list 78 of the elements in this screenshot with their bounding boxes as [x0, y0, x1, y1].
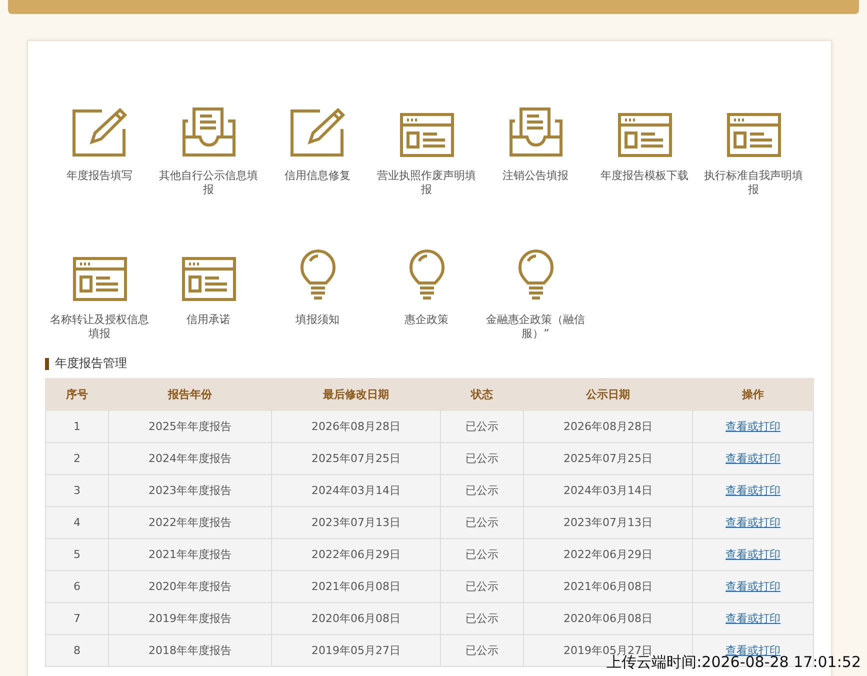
table-cell: 2020年年度报告	[108, 570, 272, 602]
shortcut-label[interactable]: 其他自行公示信息填报	[154, 169, 262, 197]
view-print-link[interactable]: 查看或打印	[726, 516, 780, 529]
shortcut-label[interactable]: 填报须知	[264, 313, 372, 341]
table-cell: 2021年06月08日	[524, 570, 692, 602]
table-cell: 2024年03月14日	[272, 474, 440, 506]
table-cell: 2019年年度报告	[108, 602, 272, 634]
table-cell: 2018年年度报告	[108, 634, 272, 666]
table-cell: 5	[46, 538, 108, 570]
shortcut-label[interactable]: 营业执照作废声明填报	[372, 169, 480, 197]
column-header: 状态	[440, 378, 524, 410]
table-cell: 2022年06月29日	[524, 538, 692, 570]
section-title: 年度报告管理	[55, 355, 127, 372]
table-cell: 2025年年度报告	[108, 410, 272, 442]
shortcut-label[interactable]: 名称转让及授权信息填报	[46, 313, 154, 341]
table-cell: 2026年08月28日	[272, 410, 440, 442]
shortcut-label[interactable]: 信用信息修复	[264, 169, 372, 197]
table-cell: 4	[46, 506, 108, 538]
table-cell: 3	[46, 474, 108, 506]
view-print-link[interactable]: 查看或打印	[726, 484, 780, 497]
table-cell: 2021年年度报告	[108, 538, 272, 570]
table-cell: 2020年06月08日	[272, 602, 440, 634]
table-cell: 已公示	[440, 474, 524, 506]
table-cell: 2020年06月08日	[524, 602, 692, 634]
view-print-link[interactable]: 查看或打印	[726, 580, 780, 593]
lightbulb-icon	[408, 249, 444, 301]
lightbulb-icon	[518, 249, 554, 301]
table-cell: 已公示	[440, 570, 524, 602]
table-cell: 已公示	[440, 602, 524, 634]
view-print-link[interactable]: 查看或打印	[726, 612, 780, 625]
table-cell: 8	[46, 634, 108, 666]
inbox-icon	[508, 107, 562, 157]
column-header: 公示日期	[524, 378, 692, 410]
shortcut-label[interactable]: 注销公告填报	[482, 169, 590, 197]
column-header: 最后修改日期	[272, 378, 440, 410]
table-cell: 已公示	[440, 506, 524, 538]
table-cell: 2025年07月25日	[524, 442, 692, 474]
table-cell: 已公示	[440, 538, 524, 570]
view-print-link[interactable]: 查看或打印	[726, 644, 780, 657]
table-cell: 已公示	[440, 410, 524, 442]
table-cell: 7	[46, 602, 108, 634]
shortcut-label[interactable]: 信用承诺	[154, 313, 262, 341]
browser-window-icon	[618, 113, 672, 157]
browser-window-icon	[72, 257, 126, 301]
pencil-icon	[72, 107, 128, 157]
shortcut-label[interactable]: 金融惠企政策（融信服）”	[482, 313, 590, 341]
table-cell: 2024年03月14日	[524, 474, 692, 506]
inbox-icon	[182, 107, 236, 157]
browser-window-icon	[400, 113, 454, 157]
table-cell: 2019年05月27日	[272, 634, 440, 666]
shortcut-label[interactable]: 年度报告模板下载	[590, 169, 698, 197]
shortcut-label[interactable]: 年度报告填写	[46, 169, 154, 197]
table-cell: 2022年年度报告	[108, 506, 272, 538]
table-cell: 2021年06月08日	[272, 570, 440, 602]
view-print-link[interactable]: 查看或打印	[726, 452, 780, 465]
browser-window-icon	[726, 113, 780, 157]
pencil-icon	[290, 107, 346, 157]
table-cell: 已公示	[440, 634, 524, 666]
table-cell: 2023年07月13日	[272, 506, 440, 538]
table-cell: 2022年06月29日	[272, 538, 440, 570]
table-cell: 2026年08月28日	[524, 410, 692, 442]
view-print-link[interactable]: 查看或打印	[726, 420, 780, 433]
shortcut-label[interactable]: 惠企政策	[372, 313, 480, 341]
lightbulb-icon	[300, 249, 336, 301]
table-cell: 2	[46, 442, 108, 474]
table-cell: 1	[46, 410, 108, 442]
table-cell: 6	[46, 570, 108, 602]
table-cell: 已公示	[440, 442, 524, 474]
table-cell: 2025年07月25日	[272, 442, 440, 474]
table-cell: 2023年年度报告	[108, 474, 272, 506]
browser-window-icon	[182, 257, 236, 301]
column-header: 报告年份	[108, 378, 272, 410]
column-header: 操作	[692, 378, 814, 410]
table-cell: 2023年07月13日	[524, 506, 692, 538]
shortcut-label[interactable]: 执行标准自我声明填报	[700, 169, 808, 197]
column-header: 序号	[46, 378, 108, 410]
table-cell: 2024年年度报告	[108, 442, 272, 474]
view-print-link[interactable]: 查看或打印	[726, 548, 780, 561]
